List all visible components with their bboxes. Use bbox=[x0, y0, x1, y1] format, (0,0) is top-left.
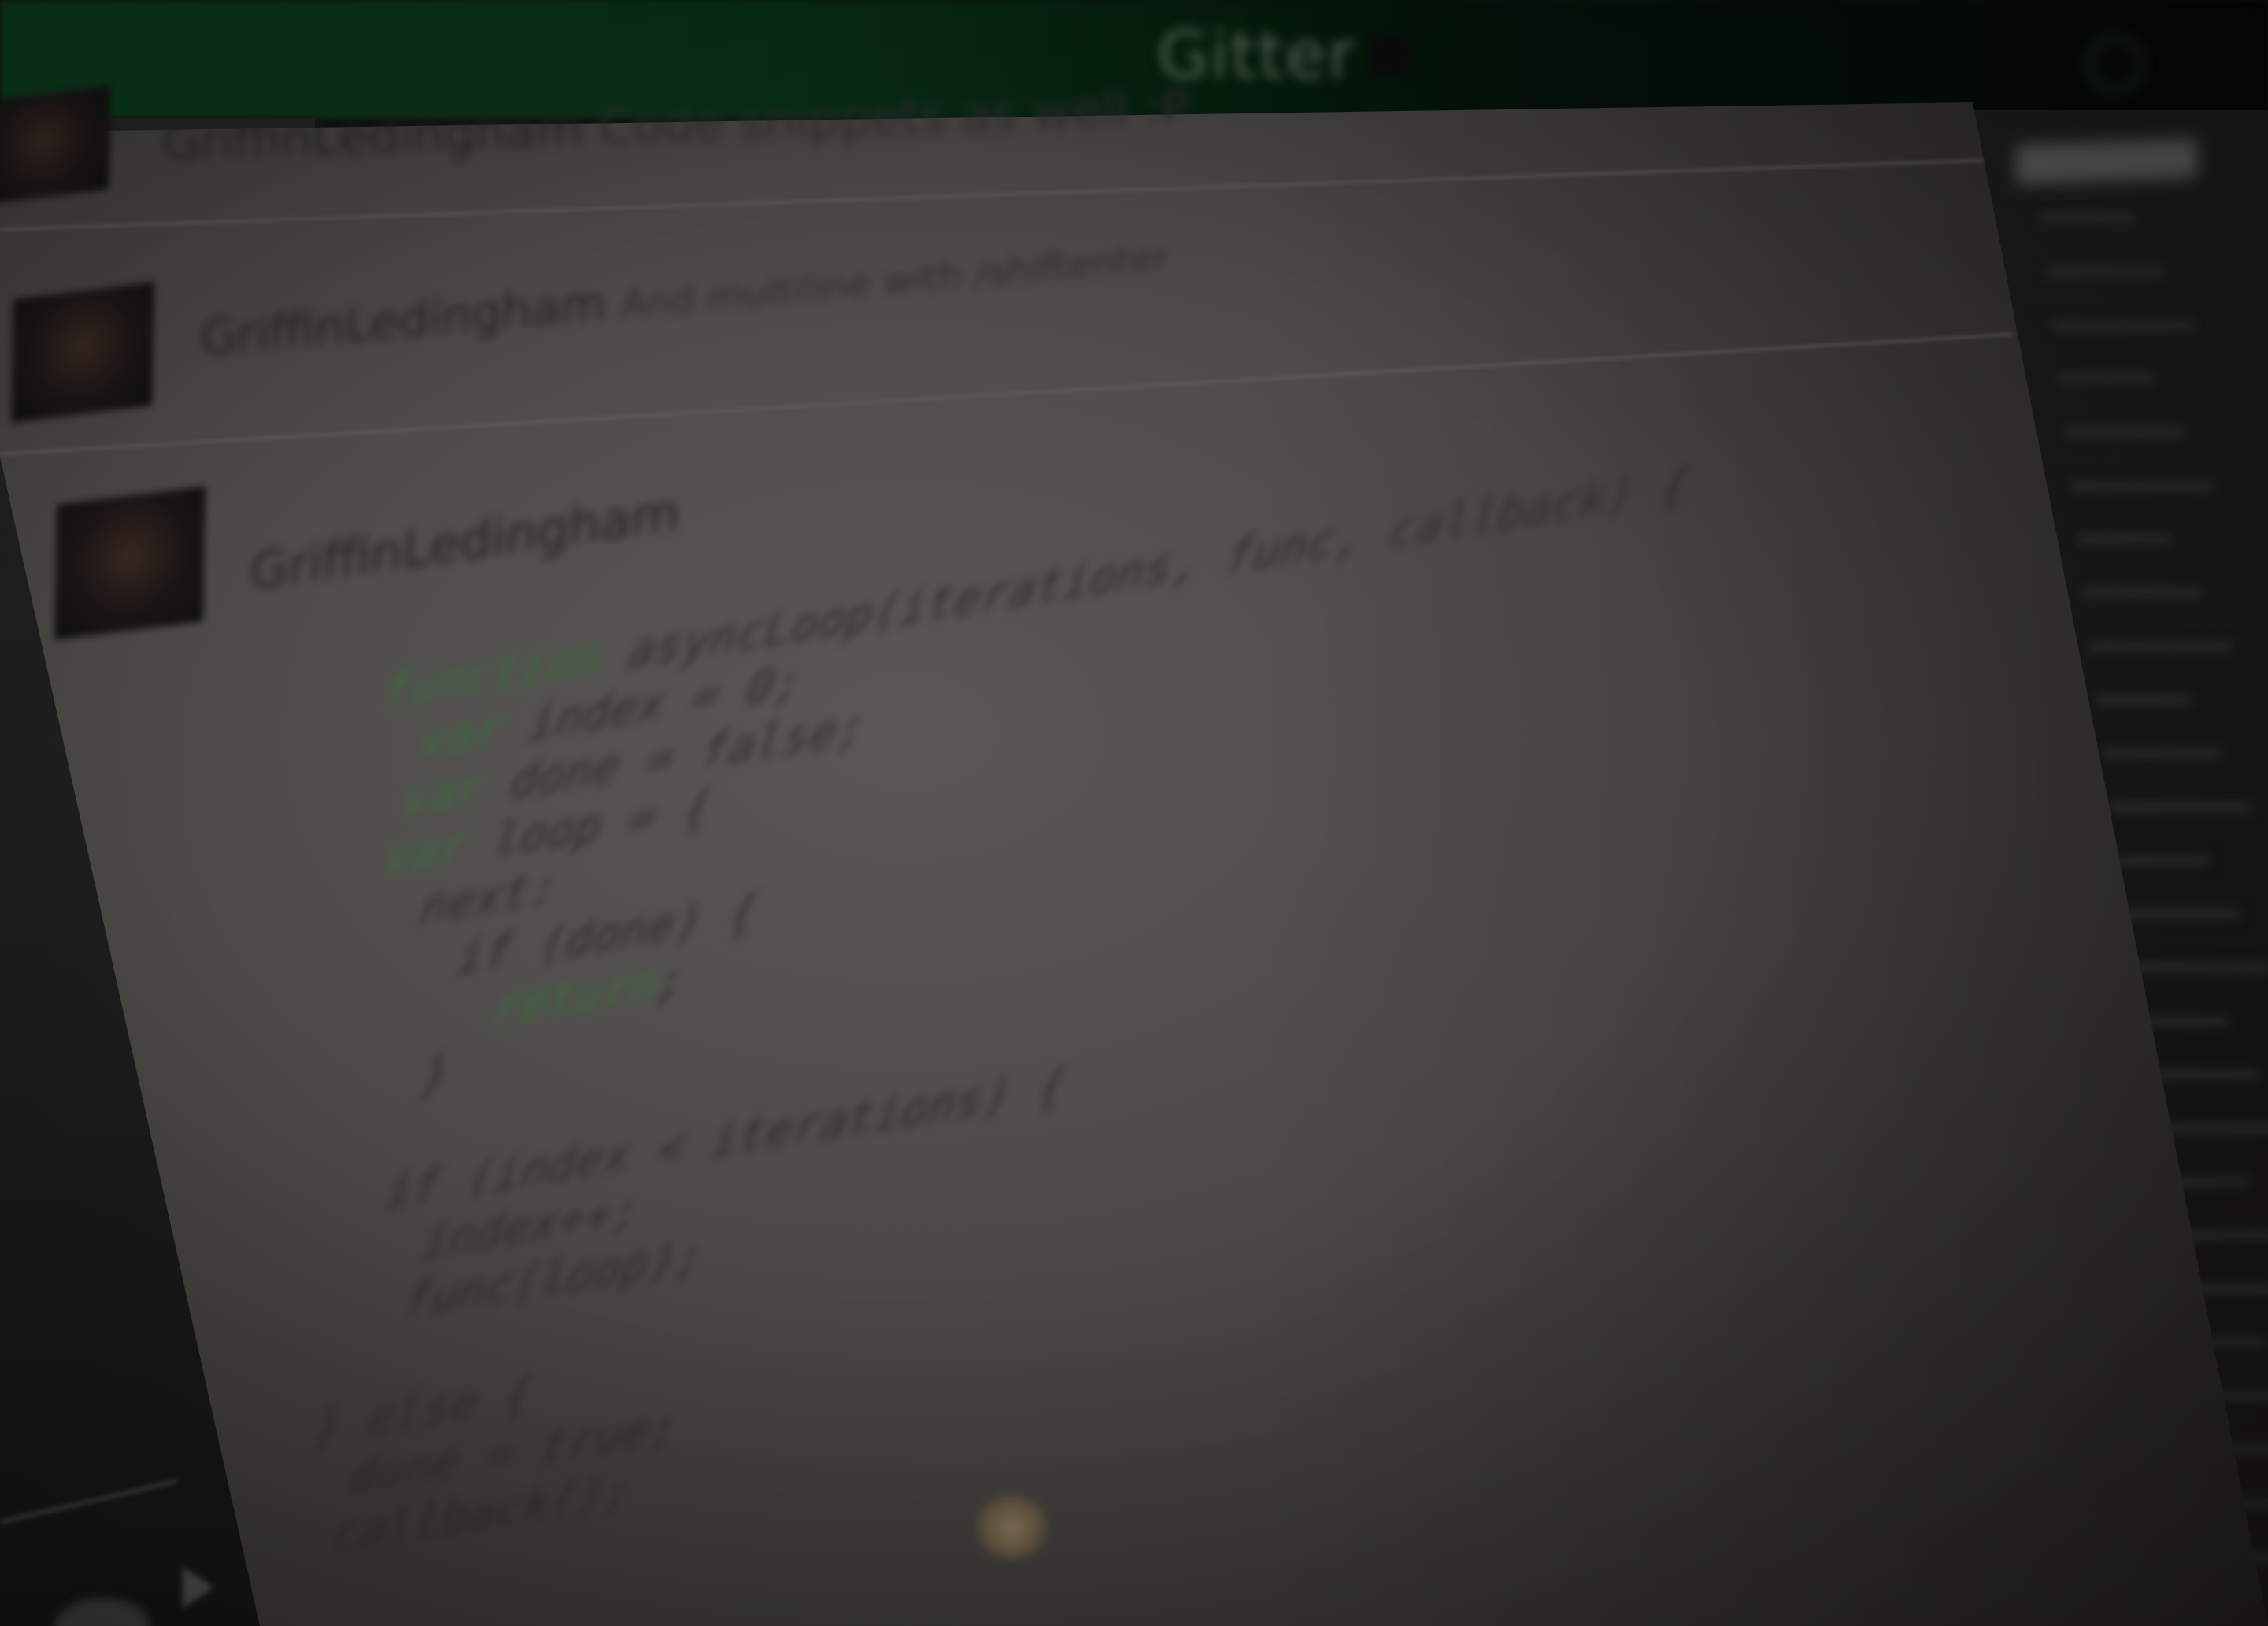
right-sidebar-row[interactable] bbox=[2109, 802, 2251, 813]
right-sidebar-row[interactable] bbox=[2071, 480, 2213, 491]
right-sidebar-row[interactable] bbox=[2103, 748, 2221, 759]
right-sidebar-row[interactable] bbox=[2052, 320, 2194, 331]
avatar[interactable] bbox=[54, 486, 206, 640]
avatar[interactable] bbox=[0, 86, 111, 206]
logo-mark-icon bbox=[1369, 35, 1410, 76]
right-sidebar-row[interactable] bbox=[2077, 534, 2172, 545]
right-sidebar-row[interactable] bbox=[2059, 373, 2153, 384]
profile-icon[interactable] bbox=[2087, 35, 2144, 92]
right-sidebar-row[interactable] bbox=[2040, 213, 2134, 224]
avatar[interactable] bbox=[11, 282, 154, 423]
right-sidebar-row[interactable] bbox=[2084, 587, 2202, 598]
right-sidebar-header bbox=[2016, 138, 2197, 185]
right-sidebar-row[interactable] bbox=[2046, 266, 2164, 277]
right-sidebar-row[interactable] bbox=[2128, 962, 2268, 973]
right-sidebar-row[interactable] bbox=[2090, 641, 2232, 652]
right-sidebar-row[interactable] bbox=[2122, 909, 2240, 920]
app-logo[interactable]: Gitter bbox=[1158, 16, 1410, 94]
photo-scene: Gitter GriffinLedingham Code snippets as… bbox=[0, 0, 2268, 1626]
emoji-reaction bbox=[976, 1496, 1047, 1559]
right-sidebar-row[interactable] bbox=[2096, 694, 2191, 706]
right-sidebar-row[interactable] bbox=[2065, 427, 2183, 438]
right-sidebar-row[interactable] bbox=[2115, 855, 2210, 866]
